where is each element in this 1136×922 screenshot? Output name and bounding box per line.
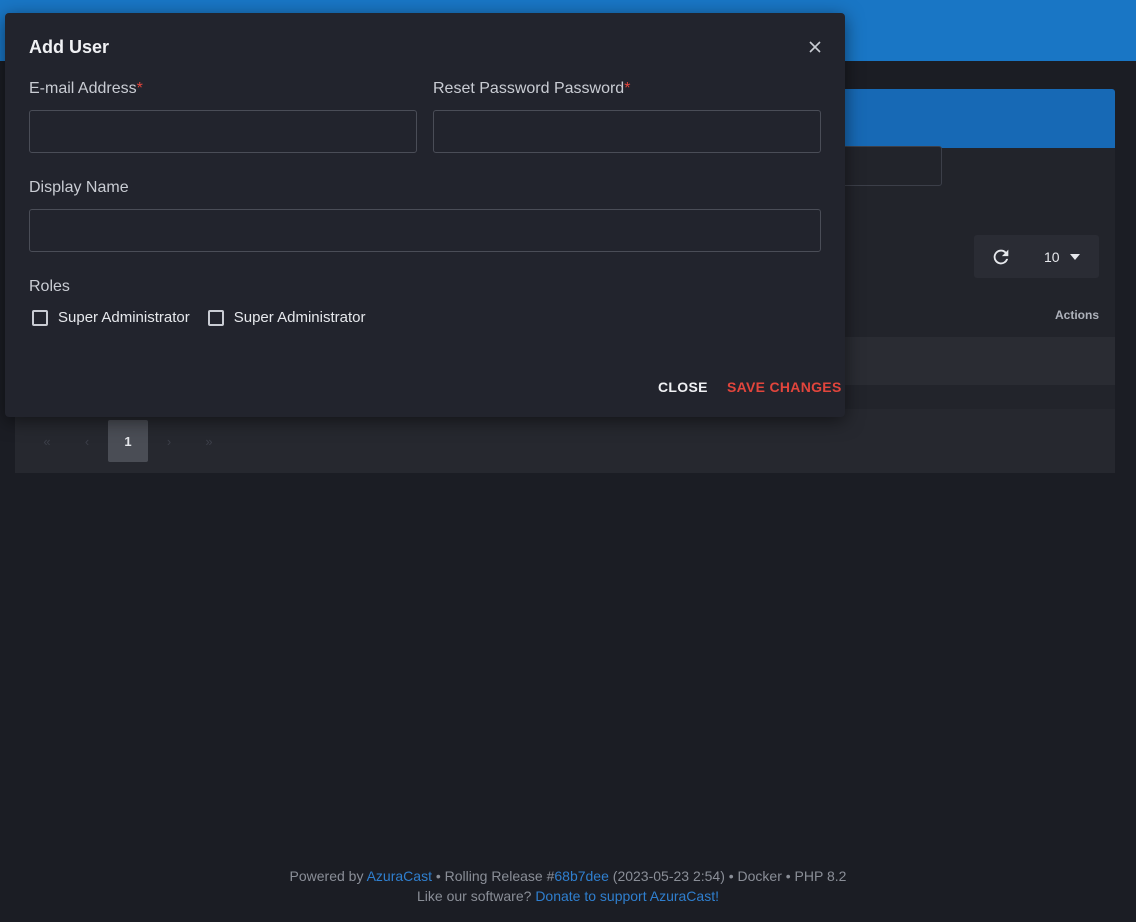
pagination: « ‹ 1 › » — [27, 420, 229, 462]
email-field[interactable] — [29, 110, 417, 153]
azuracast-link[interactable]: AzuraCast — [367, 868, 432, 884]
role-option[interactable]: Super Administrator — [207, 309, 366, 326]
email-label-text: E-mail Address — [29, 80, 137, 97]
table-tools: 10 — [974, 235, 1099, 278]
modal-close-button[interactable] — [805, 37, 825, 57]
password-label-text: Reset Password Password — [433, 80, 625, 97]
display-name-label: Display Name — [29, 179, 129, 196]
add-user-modal: Add User E-mail Address* Reset Password … — [5, 13, 845, 417]
page-first-button[interactable]: « — [27, 420, 67, 462]
refresh-icon — [993, 249, 1009, 265]
page-prev-button[interactable]: ‹ — [67, 420, 107, 462]
footer-line-1: Powered by AzuraCast • Rolling Release #… — [0, 866, 1136, 886]
password-label: Reset Password Password* — [433, 80, 630, 98]
close-icon — [809, 41, 821, 53]
page-next-button[interactable]: › — [149, 420, 189, 462]
role-option-label: Super Administrator — [233, 309, 366, 326]
refresh-button[interactable] — [988, 245, 1014, 269]
footer: Powered by AzuraCast • Rolling Release #… — [0, 866, 1136, 906]
role-option-label: Super Administrator — [58, 309, 190, 326]
modal-title: Add User — [29, 37, 110, 57]
required-marker: * — [136, 80, 143, 97]
close-button[interactable]: CLOSE — [658, 379, 708, 395]
roles-label: Roles — [29, 278, 70, 295]
footer-line-2: Like our software? Donate to support Azu… — [0, 886, 1136, 906]
actions-column-header: Actions — [1054, 308, 1099, 322]
email-label: E-mail Address* — [29, 80, 143, 98]
commit-link[interactable]: 68b7dee — [554, 868, 609, 884]
per-page-dropdown[interactable]: 10 — [1044, 235, 1080, 278]
caret-down-icon — [1069, 253, 1080, 260]
role-checkbox[interactable] — [32, 309, 48, 326]
roles-checkbox-group: Super Administrator Super Administrator — [32, 309, 383, 326]
password-field[interactable] — [433, 110, 821, 153]
required-marker: * — [624, 80, 631, 97]
donate-link[interactable]: Donate to support AzuraCast! — [535, 888, 719, 904]
release-info-text: (2023-05-23 2:54) • Docker • PHP 8.2 — [608, 868, 847, 884]
display-name-field[interactable] — [29, 209, 821, 252]
page-current-button[interactable]: 1 — [108, 420, 148, 462]
powered-by-text: Powered by — [289, 868, 367, 884]
page-last-button[interactable]: » — [189, 420, 229, 462]
like-software-text: Like our software? — [417, 888, 536, 904]
save-changes-button[interactable]: SAVE CHANGES — [727, 379, 842, 395]
release-prefix-text: • Rolling Release # — [431, 868, 555, 884]
role-checkbox[interactable] — [207, 309, 224, 326]
per-page-value: 10 — [1044, 248, 1060, 265]
role-option[interactable]: Super Administrator — [32, 309, 190, 326]
